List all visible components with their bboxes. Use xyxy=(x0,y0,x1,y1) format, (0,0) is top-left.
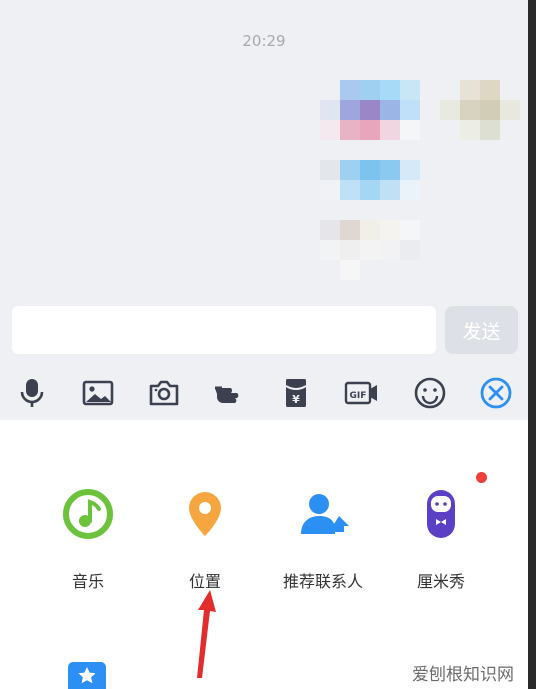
blurred-message-bubble[interactable] xyxy=(320,160,440,200)
cmshow-avatar-icon xyxy=(413,472,487,542)
feature-label: 推荐联系人 xyxy=(282,572,363,591)
close-circle-icon[interactable] xyxy=(477,374,515,412)
feature-cmshow[interactable]: 厘米秀 xyxy=(386,472,496,592)
gif-icon[interactable]: GIF xyxy=(343,374,381,412)
feature-label: 音乐 xyxy=(71,572,104,591)
message-input[interactable] xyxy=(12,306,436,354)
star-favorite-icon[interactable] xyxy=(68,662,106,689)
feature-recommend-contact[interactable]: 推荐联系人 xyxy=(268,486,378,592)
microphone-icon[interactable] xyxy=(13,374,51,412)
feature-location[interactable]: 位置 xyxy=(150,486,260,592)
feature-music[interactable]: 音乐 xyxy=(33,486,143,592)
screen-edge xyxy=(528,0,536,689)
blurred-message-bubble[interactable] xyxy=(320,220,440,280)
feature-label: 位置 xyxy=(188,572,221,591)
red-packet-icon[interactable]: ¥ xyxy=(277,374,315,412)
location-pin-icon xyxy=(177,486,233,542)
image-icon[interactable] xyxy=(79,374,117,412)
svg-text:GIF: GIF xyxy=(350,391,367,401)
feature-label: 厘米秀 xyxy=(416,572,465,591)
input-toolbar: ¥ GIF xyxy=(0,366,528,420)
emoji-icon[interactable] xyxy=(411,374,449,412)
blurred-message-bubble[interactable] xyxy=(320,80,440,140)
input-bar: 发送 xyxy=(0,296,528,366)
svg-text:¥: ¥ xyxy=(292,393,300,406)
feature-panel: 音乐 位置 推荐联系人 厘米秀 爱刨根知识网 xyxy=(0,420,528,689)
message-timestamp: 20:29 xyxy=(242,32,286,50)
recommend-contact-icon xyxy=(295,486,351,542)
hand-icon[interactable] xyxy=(211,374,249,412)
watermark: 爱刨根知识网 xyxy=(412,665,514,685)
music-icon xyxy=(60,486,116,542)
camera-icon[interactable] xyxy=(145,374,183,412)
chat-area: 20:29 xyxy=(0,0,528,296)
notification-dot xyxy=(476,472,487,483)
blurred-avatar[interactable] xyxy=(440,80,520,140)
send-button[interactable]: 发送 xyxy=(445,306,518,354)
